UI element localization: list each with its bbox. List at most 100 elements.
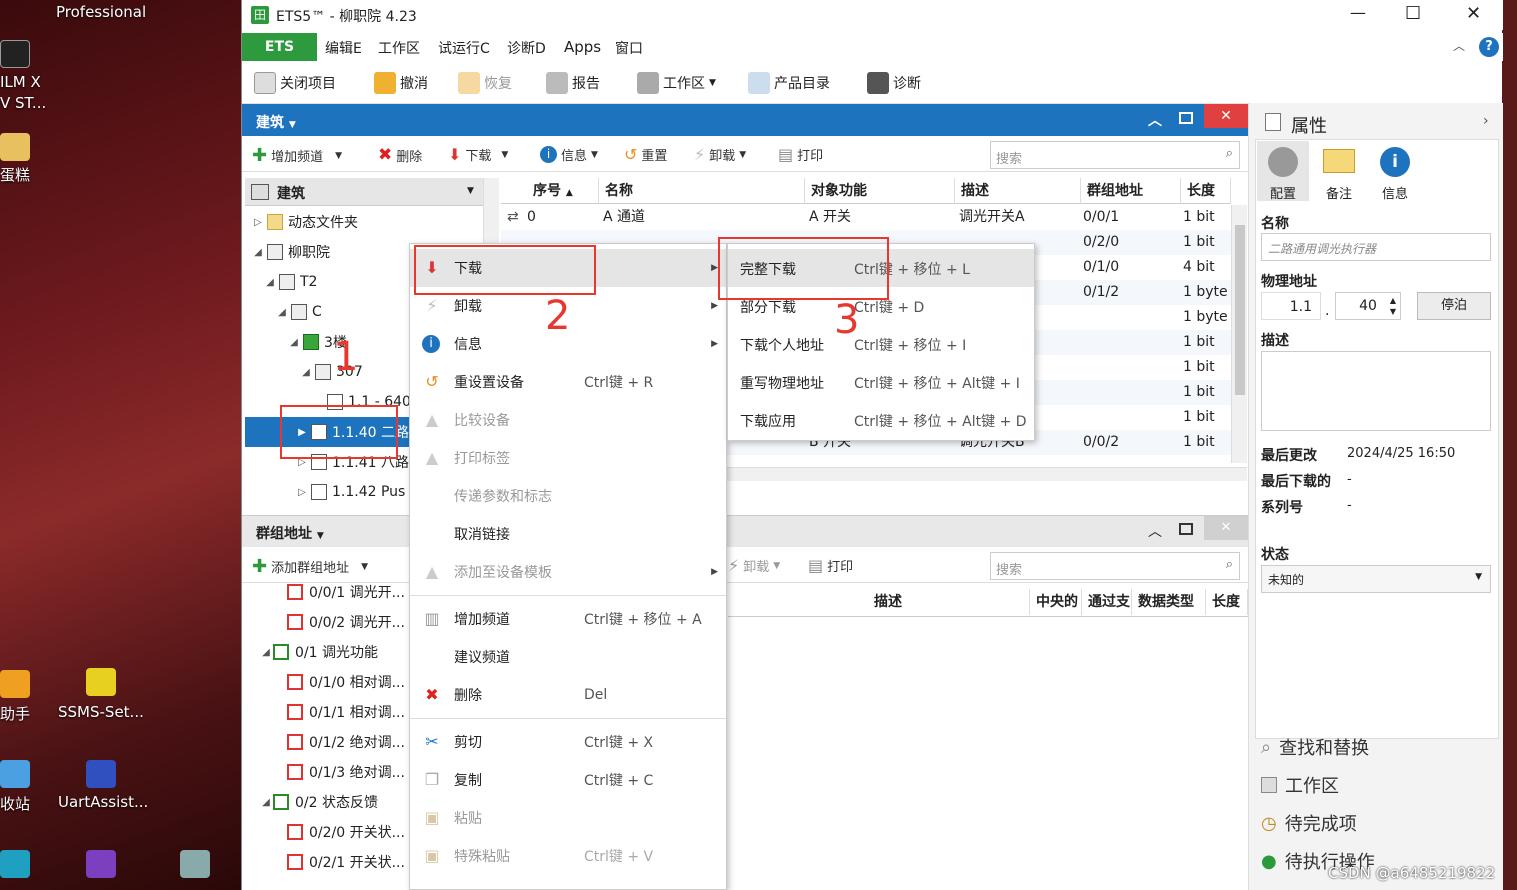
stepper-arrows-icon[interactable]: ▲ ▼ — [1390, 295, 1396, 317]
column-header-description[interactable]: 描述 — [955, 178, 1081, 204]
tree-item-floor[interactable]: ◢ 3楼 — [245, 327, 347, 357]
tab-notes[interactable]: 备注 — [1313, 141, 1365, 202]
menu-item-overwrite-physical-address[interactable]: 重写物理地址 Ctrl键 + 移位 + Alt键 + I — [728, 363, 1034, 401]
menu-diagnostics[interactable]: 诊断D — [507, 38, 546, 58]
app-icon[interactable] — [180, 850, 210, 878]
maximize-button[interactable]: ☐ — [1405, 3, 1421, 24]
tree-item-building[interactable]: ◢ T2 — [245, 267, 317, 297]
menu-item-reset-device[interactable]: ↺ 重设置设备 Ctrl键 + R — [410, 363, 726, 401]
app-icon[interactable] — [0, 670, 30, 698]
undo-button[interactable]: 撤消 — [374, 70, 428, 96]
menu-item-add-to-template[interactable]: ▲ 添加至设备模板 ▶ — [410, 553, 726, 591]
ssms-icon[interactable] — [86, 668, 116, 696]
tree-item-group-address[interactable]: 0/1/3 绝对调... — [245, 757, 405, 787]
description-field[interactable] — [1261, 351, 1491, 431]
column-header-length[interactable]: 长度 — [1206, 589, 1248, 615]
tree-item-group-address[interactable]: 0/2/0 开关状... — [245, 817, 405, 847]
nav-find-replace[interactable]: ⌕ 查找和替换 — [1261, 734, 1369, 760]
group-search-input[interactable]: 搜索 ⌕ — [990, 552, 1240, 580]
menu-item-paste-special[interactable]: ▣ 特殊粘贴 Ctrl键 + V — [410, 837, 726, 875]
name-field[interactable]: 二路通用调光执行器 — [1261, 233, 1491, 261]
menu-item-transfer-params[interactable]: 传递参数和标志 — [410, 477, 726, 515]
add-channel-button[interactable]: ✚ 增加频道 ▼ — [252, 145, 342, 166]
app-icon[interactable] — [0, 133, 30, 161]
menu-item-print-label[interactable]: ▲ 打印标签 — [410, 439, 726, 477]
tree-item-section[interactable]: ◢ C — [245, 297, 322, 327]
diagnostics-button[interactable]: 诊断 — [867, 70, 921, 96]
app-icon[interactable] — [0, 40, 30, 68]
info-button[interactable]: i 信息 ▼ — [540, 145, 598, 164]
desktop-item-label[interactable]: 收站 — [0, 793, 30, 814]
uart-icon[interactable] — [86, 760, 116, 788]
maximize-panel-icon[interactable] — [1179, 112, 1193, 124]
desktop-item-label[interactable]: SSMS-Set... — [58, 703, 144, 721]
chevron-right-icon[interactable]: › — [1483, 113, 1489, 129]
group-panel-title[interactable]: 群组地址 ▼ — [256, 523, 324, 543]
desktop-item-label[interactable]: ILM X — [0, 73, 41, 91]
unload-button[interactable]: ⚡ 卸载 ▼ — [728, 556, 780, 575]
column-header-number[interactable]: 序号 ▲ — [527, 178, 599, 204]
menu-item-add-channel[interactable]: ▥ 增加频道 Ctrl键 + 移位 + A — [410, 600, 726, 638]
delete-button[interactable]: ✖ 删除 — [378, 145, 422, 165]
menu-item-compare-device[interactable]: ▲ 比较设备 — [410, 401, 726, 439]
tree-item-dynamic-folder[interactable]: ▷ 动态文件夹 — [245, 207, 358, 237]
desktop-item-label[interactable]: UartAssist... — [58, 793, 148, 811]
tree-item-group-address[interactable]: 0/1/1 相对调... — [245, 697, 405, 727]
menu-item-delete[interactable]: ✖ 删除 Del — [410, 676, 726, 714]
menu-item-download-individual-address[interactable]: 下载个人地址 Ctrl键 + 移位 + I — [728, 325, 1034, 363]
menu-workspace[interactable]: 工作区 — [378, 38, 420, 58]
menu-item-paste[interactable]: ▣ 粘贴 — [410, 799, 726, 837]
scrollbar-thumb[interactable] — [1235, 225, 1245, 395]
add-group-address-button[interactable]: ✚ 添加群组地址 ▼ — [252, 556, 368, 577]
app-icon[interactable] — [0, 850, 30, 878]
menu-apps[interactable]: Apps — [564, 38, 601, 56]
recycle-bin-icon[interactable] — [0, 760, 30, 788]
column-header-central[interactable]: 中央的 — [1030, 589, 1082, 615]
visual-studio-icon[interactable] — [86, 850, 116, 878]
collapse-panel-icon[interactable]: ︿ — [1148, 110, 1162, 130]
column-header-function[interactable]: 对象功能 — [805, 178, 955, 204]
menu-item-suggest-channel[interactable]: 建议频道 — [410, 638, 726, 676]
maximize-panel-icon[interactable] — [1179, 523, 1193, 535]
close-project-button[interactable]: 关闭项目 — [254, 70, 336, 96]
desktop-item-label[interactable]: 蛋糕 — [0, 164, 30, 185]
tree-item-project[interactable]: ◢ 柳职院 — [245, 237, 330, 267]
tree-item-group-address[interactable]: 0/1/2 绝对调... — [245, 727, 405, 757]
tree-item-group-address[interactable]: 0/2/1 开关状... — [245, 847, 405, 877]
status-select[interactable]: 未知的 ▼ — [1261, 565, 1491, 593]
ets-menu-tab[interactable]: ETS — [242, 33, 317, 61]
column-header-length[interactable]: 长度 — [1181, 178, 1231, 204]
unload-button[interactable]: ⚡ 卸载 ▼ — [694, 145, 746, 164]
nav-todo[interactable]: ◷ 待完成项 — [1261, 810, 1357, 836]
tree-item-device[interactable]: ▷ 1.1.42 Pus — [245, 477, 405, 507]
desktop-item-label[interactable]: V ST... — [0, 94, 46, 112]
tree-item-middle-group[interactable]: ◢ 0/1 调光功能 — [245, 637, 378, 667]
help-icon[interactable]: ? — [1479, 37, 1499, 57]
building-search-input[interactable]: 搜索 ⌕ — [990, 141, 1240, 169]
close-button[interactable]: ✕ — [1466, 3, 1481, 24]
tab-info[interactable]: i 信息 — [1369, 141, 1421, 202]
menu-item-download-application[interactable]: 下载应用 Ctrl键 + 移位 + Alt键 + D — [728, 401, 1034, 439]
desktop-item-label[interactable]: 助手 — [0, 703, 30, 724]
download-button[interactable]: ⬇ 下载 ▼ — [448, 145, 508, 164]
reset-button[interactable]: ↺ 重置 — [624, 145, 667, 164]
menu-item-copy[interactable]: ❐ 复制 Ctrl键 + C — [410, 761, 726, 799]
tree-item-middle-group[interactable]: ◢ 0/2 状态反馈 — [245, 787, 378, 817]
menu-item-unlink[interactable]: 取消链接 — [410, 515, 726, 553]
report-button[interactable]: 报告 — [546, 70, 600, 96]
redo-button[interactable]: 恢复 — [458, 70, 512, 96]
close-panel-button[interactable]: ✕ — [1204, 516, 1248, 540]
menu-item-cut[interactable]: ✂ 剪切 Ctrl键 + X — [410, 723, 726, 761]
park-button[interactable]: 停泊 — [1417, 292, 1491, 320]
tree-header[interactable]: 建筑 ▼ — [245, 178, 483, 206]
menu-window[interactable]: 窗口 — [615, 38, 643, 58]
column-header-description[interactable]: 描述 — [868, 589, 1030, 615]
minimize-button[interactable]: — — [1350, 3, 1366, 22]
column-header-name[interactable]: 名称 — [599, 178, 805, 204]
menu-edit[interactable]: 编辑E — [325, 38, 362, 58]
close-panel-button[interactable]: ✕ — [1204, 104, 1248, 128]
workspace-button[interactable]: 工作区 ▼ — [637, 70, 716, 96]
print-button[interactable]: ▤ 打印 — [778, 145, 823, 164]
catalog-button[interactable]: 产品目录 — [748, 70, 830, 96]
tree-item-group-address[interactable]: 0/0/1 调光开... — [245, 583, 405, 607]
